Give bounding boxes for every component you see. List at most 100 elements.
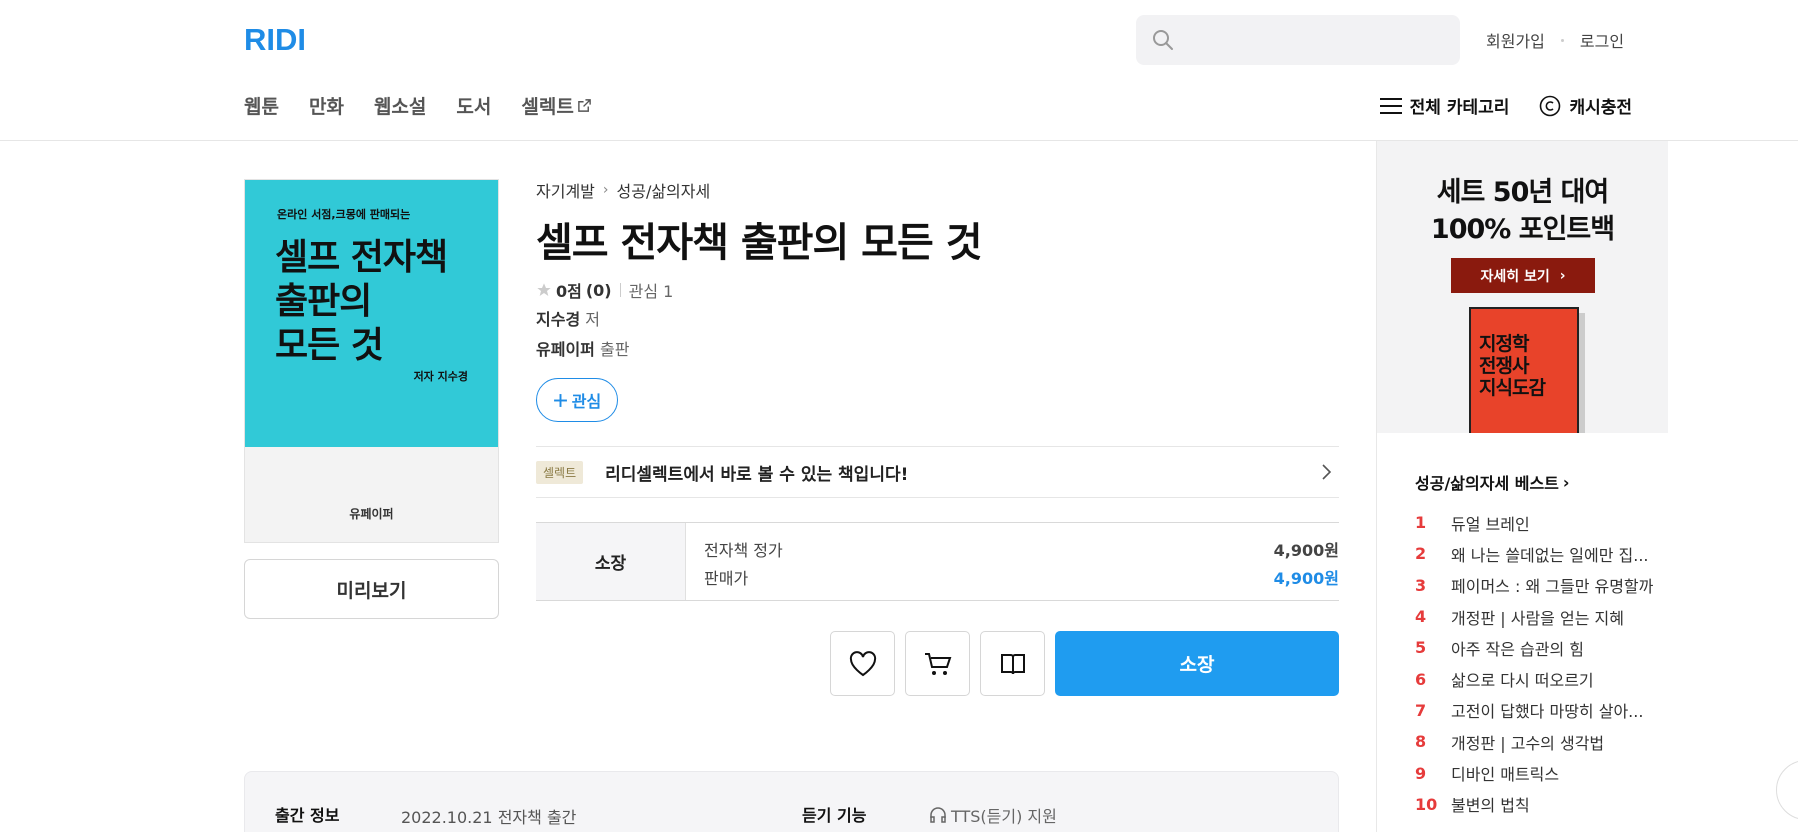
list-item[interactable]: 4 개정판 | 사람을 얻는 지혜 [1415,601,1666,632]
cover-title-line: 모든 것 [275,325,384,366]
star-icon [537,283,551,296]
divider-dot [1560,38,1564,42]
external-link-icon [577,99,591,112]
listen-label: 듣기 기능 [802,806,867,825]
bestseller-list: 1 듀얼 브레인 2 왜 나는 쓸데없는 일에만 집... 3 페이머스 : 왜 그들… [1415,507,1666,820]
chevron-right-icon: › [602,182,609,198]
list-price-label: 전자책 정가 [704,541,783,560]
publication-info: 출간 정보 2022.10.21 전자책 출간 듣기 기능 TTS(듣기) 지원 [244,771,1339,832]
gift-button[interactable] [980,631,1045,696]
nav-item-select[interactable]: 셀렉트 [521,92,591,119]
pub-date-value: 2022.10.21 전자책 출간 [401,808,577,827]
auth-links: 회원가입 로그인 [1486,28,1624,52]
breadcrumb-item[interactable]: 성공/삶의자세 [617,178,711,202]
divider [619,283,621,297]
breadcrumb-item[interactable]: 자기계발 [536,178,595,202]
buy-button[interactable]: 소장 [1055,631,1339,696]
book-title: 셀프 전자책 출판의 모든 것 [536,220,983,266]
rank-number: 4 [1415,607,1427,627]
all-categories-label: 전체 카테고리 [1409,98,1510,118]
list-item[interactable]: 5 아주 작은 습관의 힘 [1415,632,1666,663]
book-name: 개정판 | 사람을 얻는 지혜 [1451,608,1624,628]
select-banner[interactable]: 셀렉트 리디셀렉트에서 바로 볼 수 있는 책입니다! [536,446,1339,498]
search-icon [1151,28,1175,56]
plus-icon [553,393,567,407]
listen-value: TTS(듣기) 지원 [929,803,1057,827]
rank-number: 3 [1415,575,1427,595]
cover-publisher: 유페이퍼 [349,507,394,521]
book-name: 아주 작은 습관의 힘 [1451,639,1585,659]
cover-author: 저자 지수경 [413,370,468,383]
ad-book-line: 전쟁사 [1479,355,1529,377]
price-details: 전자책 정가 4,900원 판매가 4,900원 [686,523,1339,600]
publisher-name[interactable]: 유페이퍼 [536,340,595,359]
list-item[interactable]: 1 듀얼 브레인 [1415,507,1666,538]
book-cover[interactable]: 온라인 서점,크몽에 판매되는 셀프 전자책 출판의 모든 것 저자 지수경 유… [244,179,499,543]
nav-item-webtoon[interactable]: 웹툰 [244,92,279,119]
list-item[interactable]: 7 고전이 답했다 마땅히 살아... [1415,695,1666,726]
nav-item-select-label: 셀렉트 [521,96,574,118]
bestseller-title[interactable]: 성공/삶의자세 베스트 › [1415,470,1570,494]
cash-charge-button[interactable]: 캐시충전 [1539,93,1632,118]
ad-banner[interactable]: 세트 50년 대여 100% 포인트백 자세히 보기 › 지정학 전쟁사 지식도… [1377,141,1668,433]
hamburger-icon [1379,97,1402,114]
list-item[interactable]: 8 개정판 | 고수의 생각법 [1415,726,1666,757]
ad-book-line: 지정학 [1479,333,1529,355]
nav-item-comics[interactable]: 만화 [309,92,344,119]
book-name: 왜 나는 쓸데없는 일에만 집... [1451,545,1649,565]
list-item[interactable]: 6 삶으로 다시 떠오르기 [1415,663,1666,694]
coin-icon [1540,95,1561,116]
book-name: 디바인 매트릭스 [1451,765,1560,785]
floating-scroll-button[interactable] [1776,760,1798,820]
rank-number: 8 [1415,732,1427,752]
author-name[interactable]: 지수경 [536,310,580,329]
book-name: 개정판 | 고수의 생각법 [1451,733,1605,753]
ad-cta-label: 자세히 보기 [1480,268,1550,285]
book-name: 삶으로 다시 떠오르기 [1451,671,1594,691]
book-open-icon [1000,653,1025,674]
nav-item-books[interactable]: 도서 [456,92,491,119]
cart-button[interactable] [905,631,970,696]
chevron-right-icon [1322,464,1332,480]
search-input[interactable] [1136,15,1460,65]
wishlist-button[interactable] [830,631,895,696]
list-item[interactable]: 3 페이머스 : 왜 그들만 유명할까 [1415,570,1666,601]
nav-item-webnovel[interactable]: 웹소설 [374,92,426,119]
rank-number: 1 [1415,513,1427,533]
list-item[interactable]: 10 불변의 법칙 [1415,789,1666,820]
cash-charge-label: 캐시충전 [1569,98,1632,118]
author-row: 지수경 저 [536,306,600,330]
pub-date-label: 출간 정보 [275,806,340,825]
ad-book-spine [1579,313,1585,433]
ad-headline-line: 100% 포인트백 [1430,214,1615,245]
signup-link[interactable]: 회원가입 [1486,28,1545,52]
author-suffix: 저 [580,310,600,329]
book-name: 듀얼 브레인 [1451,514,1530,534]
breadcrumb: 자기계발 › 성공/삶의자세 [536,178,710,202]
ad-headline: 세트 50년 대여 100% 포인트백 [1377,174,1668,248]
list-item[interactable]: 9 디바인 매트릭스 [1415,757,1666,788]
list-price-value: 4,900원 [1273,541,1339,560]
heart-icon [849,650,876,676]
list-item[interactable]: 2 왜 나는 쓸데없는 일에만 집... [1415,538,1666,569]
ridi-logo[interactable]: RIDI [244,22,306,58]
ad-cta-button[interactable]: 자세히 보기 › [1451,258,1595,293]
cover-subtitle: 온라인 서점,크몽에 판매되는 [277,208,411,221]
sale-price-label: 판매가 [704,569,749,588]
rank-number: 7 [1415,700,1427,720]
ad-headline-line: 세트 50년 대여 [1436,177,1610,208]
publisher-suffix: 출판 [594,340,630,359]
rank-number: 5 [1415,638,1427,658]
login-link[interactable]: 로그인 [1580,28,1624,52]
add-interest-button[interactable]: 관심 [536,378,618,422]
rank-number: 6 [1415,669,1427,689]
publisher-row: 유페이퍼 출판 [536,336,629,360]
all-categories-button[interactable]: 전체 카테고리 [1379,93,1510,118]
cover-art: 온라인 서점,크몽에 판매되는 셀프 전자책 출판의 모든 것 저자 지수경 [245,180,498,447]
rank-number: 10 [1415,794,1438,814]
book-name: 고전이 답했다 마땅히 살아... [1451,702,1644,722]
ad-book-line: 지식도감 [1479,377,1546,399]
select-text: 리디셀렉트에서 바로 볼 수 있는 책입니다! [605,464,909,485]
preview-button[interactable]: 미리보기 [244,559,499,619]
cart-icon [924,652,951,675]
